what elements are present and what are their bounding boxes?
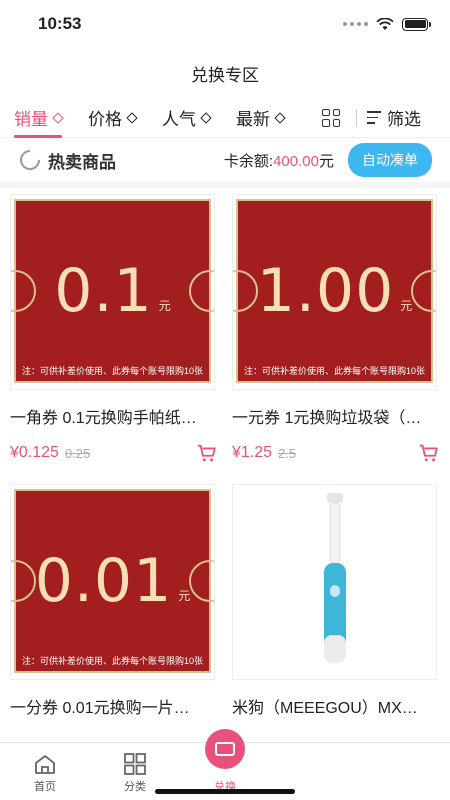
sort-bar: 销量 价格 人气 最新 筛选	[0, 98, 450, 138]
sort-sales-label: 销量	[14, 110, 48, 129]
coupon-value: 0.1	[54, 256, 153, 326]
sort-sales[interactable]: 销量	[14, 98, 64, 138]
sort-popularity-label: 人气	[162, 110, 196, 129]
coupon-value: 1.00	[256, 256, 395, 326]
sort-popularity[interactable]: 人气	[162, 98, 212, 137]
grid-view-icon[interactable]	[322, 108, 340, 127]
sort-newest[interactable]: 最新	[236, 98, 286, 137]
status-bar: 10:53	[0, 0, 450, 48]
ornament-icon	[411, 270, 436, 312]
ornament-icon	[11, 560, 36, 602]
divider	[356, 108, 357, 127]
toothbrush-image	[323, 493, 346, 663]
cart-icon[interactable]	[418, 442, 440, 464]
price-row: ¥1.25 2.5	[232, 442, 442, 464]
balance-label: 卡余额:	[223, 152, 274, 170]
coupon-note: 注：可供补差价使用、此券每个账号限购10张	[21, 656, 203, 666]
tab-home[interactable]: 首页	[0, 743, 90, 800]
ornament-icon	[233, 270, 258, 312]
coupon-unit: 元	[158, 298, 171, 313]
coupon-graphic: 1.00 元 注：可供补差价使用、此券每个账号限购10张	[233, 199, 436, 383]
sort-diamond-icon	[52, 111, 64, 124]
tab-empty-slot	[360, 743, 450, 800]
filter-button[interactable]: 筛选	[367, 105, 421, 130]
price-row: ¥0.125 0.25	[10, 442, 220, 464]
filter-label: 筛选	[387, 110, 421, 129]
hot-products-title: 热卖商品	[48, 152, 116, 172]
coupon-note: 注：可供补差价使用、此券每个账号限购10张	[243, 366, 425, 376]
cart-icon[interactable]	[196, 442, 218, 464]
sort-diamond-icon	[274, 111, 286, 124]
signal-icon	[343, 22, 368, 26]
sort-price[interactable]: 价格	[88, 98, 138, 137]
product-card[interactable]: 米狗（MEEEGOU）MX…	[232, 484, 442, 774]
exchange-icon	[205, 729, 245, 769]
product-old-price: 2.5	[278, 445, 297, 461]
product-image	[232, 484, 437, 680]
product-title: 米狗（MEEEGOU）MX…	[232, 700, 418, 717]
ornament-icon	[189, 560, 214, 602]
product-grid: 0.1 元 注：可供补差价使用、此券每个账号限购10张 一角券 0.1元换购手帕…	[0, 188, 450, 774]
sort-newest-label: 最新	[236, 110, 270, 129]
coupon-unit: 元	[400, 298, 413, 313]
wifi-icon	[376, 17, 394, 30]
coupon-note: 注：可供补差价使用、此券每个账号限购10张	[21, 366, 203, 376]
status-time: 10:53	[38, 14, 82, 33]
coupon-value: 0.01	[34, 546, 173, 616]
coupon-graphic: 0.1 元 注：可供补差价使用、此券每个账号限购10张	[11, 199, 214, 383]
product-image: 1.00 元 注：可供补差价使用、此券每个账号限购10张	[232, 194, 437, 390]
sort-diamond-icon	[126, 111, 138, 124]
product-image: 0.1 元 注：可供补差价使用、此券每个账号限购10张	[10, 194, 215, 390]
home-icon	[35, 755, 55, 774]
product-card[interactable]: 0.01 元 注：可供补差价使用、此券每个账号限购10张 一分券 0.01元换购…	[10, 484, 220, 774]
product-title: 一分券 0.01元换购一片…	[10, 700, 190, 717]
tab-bar: 首页 分类 兑换	[0, 729, 450, 800]
product-title: 一元券 1元换购垃圾袋（…	[232, 410, 422, 427]
category-icon	[124, 753, 146, 775]
ornament-icon	[189, 270, 214, 312]
sort-price-label: 价格	[88, 110, 122, 129]
card-balance: 卡余额:400.00元	[224, 150, 334, 171]
product-card[interactable]: 1.00 元 注：可供补差价使用、此券每个账号限购10张 一元券 1元换购垃圾袋…	[232, 194, 442, 484]
home-indicator	[155, 789, 295, 794]
product-price: ¥1.25	[232, 444, 273, 461]
auto-fill-button[interactable]: 自动凑单	[348, 143, 432, 177]
tab-home-label: 首页	[34, 781, 56, 793]
coupon-unit: 元	[178, 588, 191, 603]
hot-icon	[15, 145, 45, 175]
sort-diamond-icon	[200, 111, 212, 124]
coupon-graphic: 0.01 元 注：可供补差价使用、此券每个账号限购10张	[11, 489, 214, 673]
product-price: ¥0.125	[10, 444, 59, 461]
filter-icon	[367, 111, 381, 124]
balance-value: 400.00	[273, 152, 319, 170]
ornament-icon	[11, 270, 36, 312]
page-title: 兑换专区	[191, 65, 259, 85]
balance-unit: 元	[318, 152, 334, 170]
product-card[interactable]: 0.1 元 注：可供补差价使用、此券每个账号限购10张 一角券 0.1元换购手帕…	[10, 194, 220, 484]
product-old-price: 0.25	[64, 445, 91, 461]
product-image: 0.01 元 注：可供补差价使用、此券每个账号限购10张	[10, 484, 215, 680]
status-icons	[343, 17, 431, 31]
battery-icon	[402, 17, 431, 31]
product-title: 一角券 0.1元换购手帕纸…	[10, 410, 197, 427]
hot-products-header: 热卖商品 卡余额:400.00元 自动凑单	[0, 138, 450, 188]
tab-category-label: 分类	[124, 781, 146, 793]
